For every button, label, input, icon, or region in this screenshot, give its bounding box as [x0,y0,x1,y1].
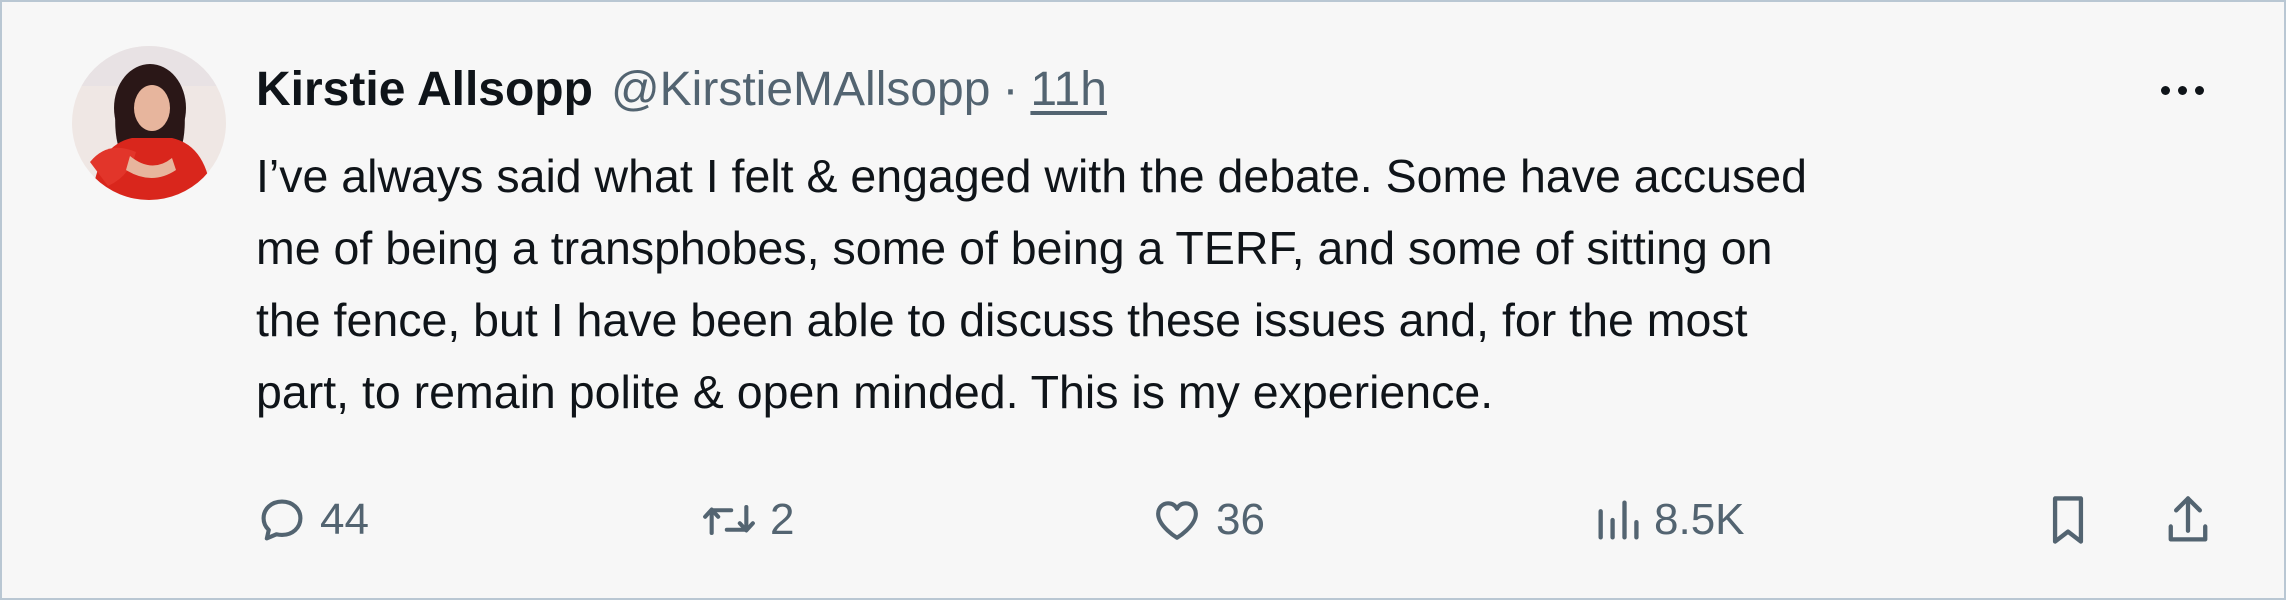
bookmark-icon [2052,496,2084,544]
like-count: 36 [1216,495,1265,544]
reply-icon [261,499,303,541]
views-count: 8.5K [1654,495,1745,544]
tweet-text: I’ve always said what I felt & engaged w… [256,140,2236,428]
more-dots-icon [2177,85,2187,95]
more-dots-icon [2160,85,2170,95]
avatar[interactable] [72,46,226,200]
retweet-button[interactable]: 2 [700,480,794,560]
bookmark-button[interactable] [2042,480,2094,560]
heart-icon [1156,501,1198,540]
separator: · [1002,63,1019,116]
views-button[interactable]: 8.5K [1594,480,1745,560]
more-dots-icon [2194,85,2204,95]
avatar-image [72,46,226,200]
author-name[interactable]: Kirstie Allsopp [256,54,593,126]
tweet-text-line: the fence, but I have been able to discu… [256,294,1748,346]
like-button[interactable]: 36 [1150,480,1265,560]
tweet-text-line: part, to remain polite & open minded. Th… [256,366,1494,418]
retweet-count: 2 [770,495,795,544]
more-options-button[interactable] [2142,60,2222,120]
timestamp-link[interactable]: 11h [1030,54,1107,126]
reply-count: 44 [320,495,369,544]
action-bar: 44 2 36 8.5K [2,480,2286,560]
tweet-card[interactable]: Kirstie Allsopp @KirstieMAllsopp · 11h I… [0,0,2286,600]
views-icon [1598,500,1639,540]
tweet-header: Kirstie Allsopp @KirstieMAllsopp · 11h [256,54,1107,126]
author-handle[interactable]: @KirstieMAllsopp [611,54,991,126]
share-button[interactable] [2162,480,2214,560]
tweet-text-line: I’ve always said what I felt & engaged w… [256,150,1807,202]
tweet-text-line: me of being a transphobes, some of being… [256,222,1773,274]
retweet-icon [703,504,755,536]
reply-button[interactable]: 44 [256,480,369,560]
share-icon [2168,496,2208,542]
